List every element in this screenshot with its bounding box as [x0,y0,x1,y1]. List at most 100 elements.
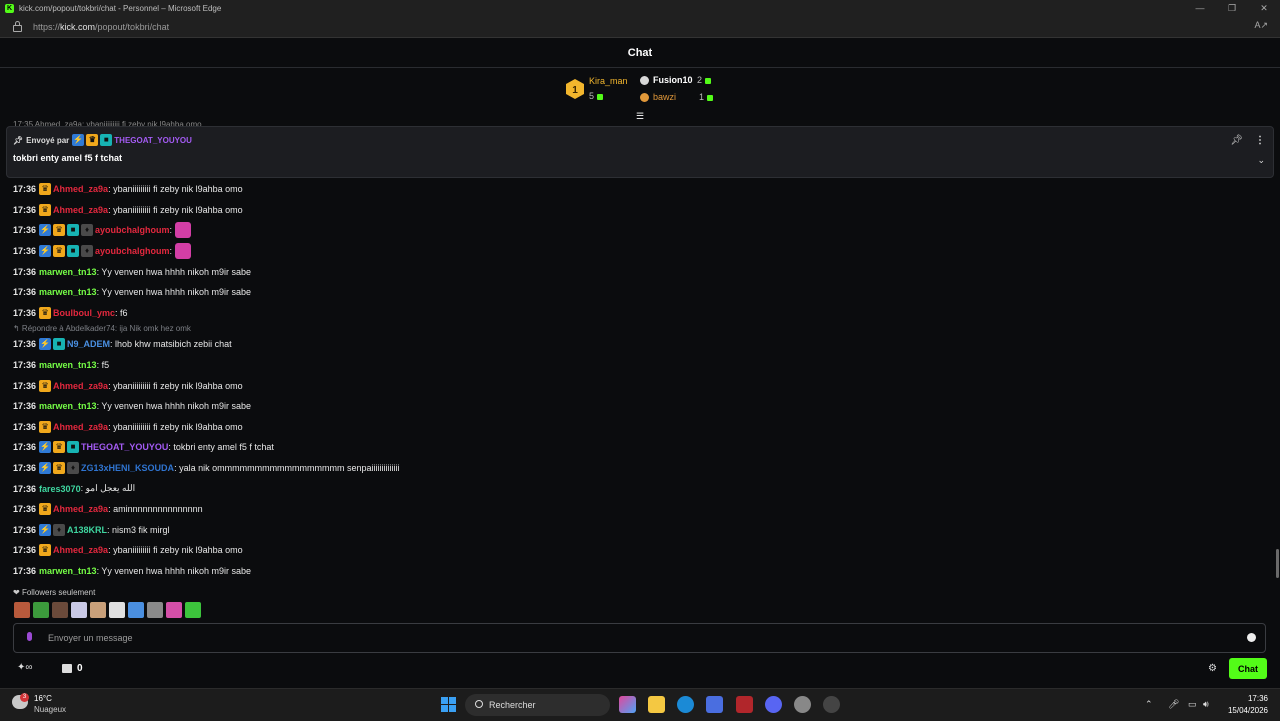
chat-message[interactable]: 17:36 ♛ Ahmed_za9a: aminnnnnnnnnnnnnnn [13,499,1263,520]
chat-message[interactable]: 17:36 marwen_tn13: Yy venven hwa hhhh nik… [13,396,1263,417]
emote-icon[interactable] [14,602,30,618]
message-text: : f6 [115,307,128,318]
restore-button[interactable]: ❐ [1216,0,1248,16]
emote-icon[interactable] [71,602,87,618]
chevron-down-icon[interactable]: ⌄ [1257,155,1265,166]
windows-start-icon[interactable] [441,697,456,712]
volume-icon[interactable]: 🔊︎ [1203,699,1209,710]
message-username[interactable]: marwen_tn13 [39,287,97,297]
close-window-button[interactable]: ✕ [1248,0,1280,16]
microphone-icon[interactable] [27,632,32,641]
minimize-button[interactable]: — [1184,0,1216,16]
network-icon[interactable]: ▭ [1188,699,1197,710]
emoji-picker-icon[interactable] [1247,633,1256,642]
leaderboard-first-name[interactable]: Kira_man [589,76,628,86]
message-username[interactable]: ZG13xHENI_KSOUDA [81,463,174,473]
chat-message[interactable]: 17:36 ⚡ ♛ ■ THEGOAT_YOUYOU: tokbri enty amel… [13,437,1263,458]
pinned-user[interactable]: THEGOAT_YOUYOU [114,136,192,145]
message-username[interactable]: THEGOAT_YOUYOU [81,442,168,452]
message-username[interactable]: Ahmed_za9a [53,504,108,514]
read-aloud-icon[interactable]: A↗ [1254,20,1268,31]
file-explorer-icon[interactable] [648,696,665,713]
message-username[interactable]: Ahmed_za9a [53,205,108,215]
mic-tray-icon[interactable]: 🎤︎ [1168,699,1179,710]
message-username[interactable]: fares3070 [39,484,81,494]
discord-icon[interactable] [765,696,782,713]
chat-message[interactable]: 17:36 ⚡ ♛ ■ ♦ ayoubchalghoum: [13,220,1263,241]
emote-icon[interactable] [185,602,201,618]
chat-message[interactable]: 17:36 ♛ Ahmed_za9a: ybaniiiiiiiii fi zeby … [13,540,1263,561]
message-username[interactable]: Ahmed_za9a [53,381,108,391]
emote-icon[interactable] [147,602,163,618]
message-time: 17:36 [13,184,37,195]
chat-message[interactable]: 17:36 marwen_tn13: f5 [13,355,1263,376]
rank-number: 1 [572,85,578,96]
message-username[interactable]: Ahmed_za9a [53,184,108,194]
message-username[interactable]: Boulboul_ymc [53,308,115,318]
chat-message[interactable]: 17:36 ⚡ ■ N9_ADEM: lhob khw matsibich zebii… [13,334,1263,355]
chat-message[interactable]: 17:36 ♛ Ahmed_za9a: ybaniiiiiiiii fi zeby … [13,179,1263,200]
reply-context[interactable]: ↰ Répondre à Abdelkader74: ija Nik omk h… [13,323,1263,334]
chat-message[interactable]: 17:36 ⚡ ♛ ■ ♦ ayoubchalghoum: [13,241,1263,262]
leaderboard-third-name[interactable]: bawzi [653,92,676,102]
leaderboard-second-name[interactable]: Fusion10 [653,75,693,85]
store-app-icon[interactable] [706,696,723,713]
search-placeholder: Rechercher [489,700,536,710]
pinned-by-label: Envoyé par [26,135,70,145]
emote-icon[interactable] [52,602,68,618]
emote-icon[interactable] [128,602,144,618]
points-icon[interactable]: ✦∞ [17,662,33,673]
steam-icon[interactable] [823,696,840,713]
temperature[interactable]: 16°C [34,694,52,703]
chat-message[interactable]: 17:36 marwen_tn13: Yy venven hwa hhhh nik… [13,261,1263,282]
address-bar[interactable]: https://kick.com/popout/tokbri/chat A↗ [0,16,1280,38]
message-username[interactable]: Ahmed_za9a [53,545,108,555]
chat-message[interactable]: 17:36 ♛ Ahmed_za9a: ybaniiiiiiiii fi zeby … [13,417,1263,438]
lock-icon[interactable] [13,20,22,32]
emote-icon[interactable] [109,602,125,618]
message-username[interactable]: ayoubchalghoum [95,225,170,235]
taskbar-search[interactable]: Rechercher [465,694,610,716]
message-username[interactable]: marwen_tn13 [39,401,97,411]
message-username[interactable]: N9_ADEM [67,339,110,349]
chat-message[interactable]: 17:36 marwen_tn13: Yy venven hwa hhhh nik… [13,282,1263,303]
message-username[interactable]: marwen_tn13 [39,267,97,277]
message-input[interactable]: Envoyer un message [13,623,1266,653]
send-chat-button[interactable]: Chat [1229,658,1267,679]
message-username[interactable]: ayoubchalghoum [95,246,170,256]
chat-message[interactable]: 17:36 marwen_tn13: Yy venven hwa hhhh nik… [13,561,1263,582]
emote-icon[interactable] [33,602,49,618]
clock-date[interactable]: 15/04/2026 [1222,706,1268,715]
unpin-icon[interactable]: 📌︎ [1230,135,1243,146]
copilot-icon[interactable] [619,696,636,713]
message-time: 17:36 [13,483,37,494]
message-time: 17:36 [13,565,37,576]
chat-message[interactable]: 17:36 ♛ Ahmed_za9a: ybaniiiiiiiii fi zeby … [13,375,1263,396]
chat-message[interactable]: 17:36 ⚡ ♛ ♦ ZG13xHENI_KSOUDA: yala nik ommmm… [13,458,1263,479]
chat-scrollbar[interactable] [1276,549,1279,578]
weather-description[interactable]: Nuageux [34,705,66,714]
more-options-icon[interactable]: ⋮ [1255,135,1265,146]
emote-icon[interactable] [166,602,182,618]
store-icon[interactable] [62,664,72,673]
settings-app-icon[interactable] [794,696,811,713]
message-username[interactable]: marwen_tn13 [39,566,97,576]
expand-leaderboard-icon[interactable]: ☰ [634,111,646,121]
chat-message[interactable]: 17:36 fares3070: الله يعجل امو [13,478,1263,499]
chat-message[interactable]: 17:36 ⚡ ♦ A138KRL: nism3 fik mirgl [13,520,1263,541]
acrobat-icon[interactable] [736,696,753,713]
url-text[interactable]: https://kick.com/popout/tokbri/chat [33,22,169,32]
message-username[interactable]: A138KRL [67,525,107,535]
pin-icon: 📌︎ [13,135,24,145]
message-username[interactable]: Ahmed_za9a [53,422,108,432]
chat-message[interactable]: 17:36 ♛ Ahmed_za9a: ybaniiiiiiiii fi zeby … [13,200,1263,221]
clock-time[interactable]: 17:36 [1228,694,1268,703]
chat-message[interactable]: 17:36 ♛ Boulboul_ymc: f6 [13,303,1263,324]
pinned-message[interactable]: 📌︎ Envoyé par ⚡ ♛ ■ THEGOAT_YOUYOU tokbr… [6,126,1274,178]
show-hidden-icons-icon[interactable]: ⌃ [1145,699,1153,710]
points-count: 0 [77,663,83,674]
edge-icon[interactable] [677,696,694,713]
gear-icon[interactable]: ⚙ [1208,663,1217,674]
emote-icon[interactable] [90,602,106,618]
message-username[interactable]: marwen_tn13 [39,360,97,370]
